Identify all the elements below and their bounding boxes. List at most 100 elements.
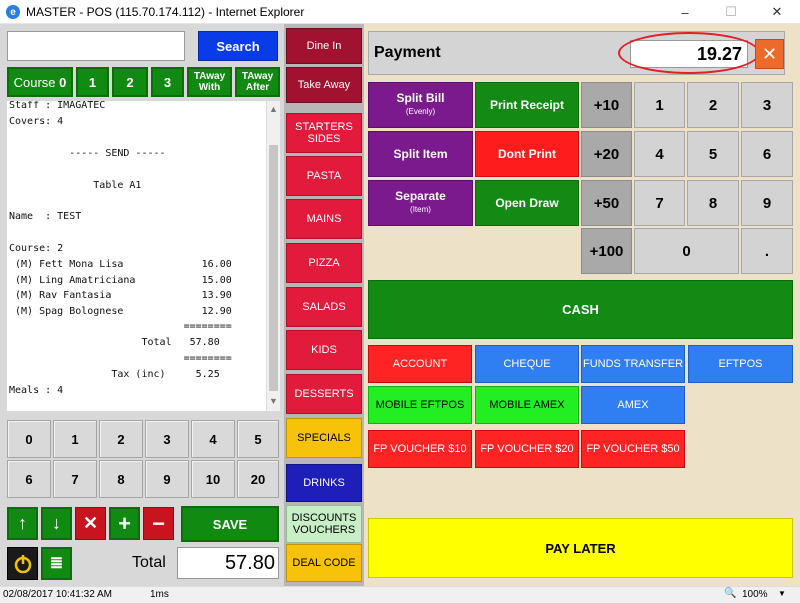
discounts-vouchers-button[interactable]: DISCOUNTS VOUCHERS	[286, 505, 362, 543]
pay-digit-9[interactable]: 9	[741, 180, 793, 226]
quick-add-50[interactable]: +50	[581, 180, 632, 226]
maximize-button[interactable]: ☐	[708, 0, 754, 24]
list-icon: ≣	[49, 554, 64, 572]
category-desserts[interactable]: DESSERTS	[286, 374, 362, 414]
keypad-2[interactable]: 2	[99, 420, 143, 458]
receipt-line: Tax (inc) 5.25	[9, 369, 220, 380]
tender-cheque[interactable]: CHEQUE	[475, 345, 579, 383]
split-bill-button[interactable]: Split Bill (Evenly)	[368, 82, 473, 128]
keypad-20[interactable]: 20	[237, 460, 279, 498]
receipt-line: Table A1	[9, 180, 142, 191]
cash-button[interactable]: CASH	[368, 280, 793, 339]
keypad-3[interactable]: 3	[145, 420, 189, 458]
dont-print-button[interactable]: Dont Print	[475, 131, 579, 177]
category-drinks[interactable]: DRINKS	[286, 464, 362, 502]
keypad-8[interactable]: 8	[99, 460, 143, 498]
keypad-6[interactable]: 6	[7, 460, 51, 498]
search-button[interactable]: Search	[198, 31, 278, 61]
tender-funds-transfer[interactable]: FUNDS TRANSFER	[581, 345, 685, 383]
pay-digit-3[interactable]: 3	[741, 82, 793, 128]
takeaway-after-button[interactable]: TAway After	[235, 67, 280, 97]
pay-digit-8[interactable]: 8	[687, 180, 739, 226]
print-receipt-button[interactable]: Print Receipt	[475, 82, 579, 128]
receipt-line: ========	[9, 353, 232, 364]
zoom-dropdown-icon[interactable]: ▼	[778, 589, 786, 598]
tender-amex[interactable]: AMEX	[581, 386, 685, 424]
receipt-line: Name : TEST	[9, 211, 82, 222]
pay-decimal[interactable]: .	[741, 228, 793, 274]
scroll-thumb[interactable]	[269, 145, 278, 391]
pay-digit-5[interactable]: 5	[687, 131, 739, 177]
category-specials[interactable]: SPECIALS	[286, 418, 362, 458]
remove-item-button[interactable]: ✕	[75, 507, 106, 540]
clear-amount-button[interactable]: ✕	[755, 39, 784, 69]
category-mains[interactable]: MAINS	[286, 199, 362, 239]
pay-digit-2[interactable]: 2	[687, 82, 739, 128]
pay-digit-4[interactable]: 4	[634, 131, 685, 177]
decrease-qty-button[interactable]: −	[143, 507, 174, 540]
receipt-line: (M) Ling Amatriciana 15.00	[9, 275, 232, 286]
category-starters-sides[interactable]: STARTERS SIDES	[286, 113, 362, 153]
minimize-button[interactable]: –	[662, 0, 708, 24]
pay-digit-0[interactable]: 0	[634, 228, 739, 274]
keypad-4[interactable]: 4	[191, 420, 235, 458]
pay-digit-1[interactable]: 1	[634, 82, 685, 128]
menu-button[interactable]: ≣	[41, 547, 72, 580]
pay-digit-6[interactable]: 6	[741, 131, 793, 177]
receipt-line	[9, 227, 262, 241]
tender-fp-voucher-50[interactable]: FP VOUCHER $50	[581, 430, 685, 468]
increase-qty-button[interactable]: +	[109, 507, 140, 540]
zoom-level[interactable]: 100%	[742, 589, 768, 600]
close-icon: ✕	[761, 44, 778, 64]
tender-account[interactable]: ACCOUNT	[368, 345, 472, 383]
tender-fp-voucher-20[interactable]: FP VOUCHER $20	[475, 430, 579, 468]
pay-later-button[interactable]: PAY LATER	[368, 518, 793, 578]
course-1-button[interactable]: 1	[76, 67, 109, 97]
course-2-button[interactable]: 2	[112, 67, 148, 97]
receipt-scrollbar[interactable]: ▲ ▼	[266, 101, 280, 411]
split-item-button[interactable]: Split Item	[368, 131, 473, 177]
split-bill-sublabel: (Evenly)	[405, 107, 436, 116]
takeaway-with-button[interactable]: TAway With	[187, 67, 232, 97]
tender-fp-voucher-10[interactable]: FP VOUCHER $10	[368, 430, 472, 468]
scroll-down-icon[interactable]: ▼	[267, 393, 280, 409]
keypad-7[interactable]: 7	[53, 460, 97, 498]
keypad-10[interactable]: 10	[191, 460, 235, 498]
keypad-5[interactable]: 5	[237, 420, 279, 458]
receipt-line: Total 57.80	[9, 337, 220, 348]
close-window-button[interactable]: ✕	[754, 0, 800, 24]
tender-mobile-amex[interactable]: MOBILE AMEX	[475, 386, 579, 424]
course-3-button[interactable]: 3	[151, 67, 184, 97]
total-value: 57.80	[177, 547, 279, 579]
category-kids[interactable]: KIDS	[286, 330, 362, 370]
separate-item-button[interactable]: Separate (Item)	[368, 180, 473, 226]
open-draw-button[interactable]: Open Draw	[475, 180, 579, 226]
category-pizza[interactable]: PIZZA	[286, 243, 362, 283]
tender-mobile-eftpos[interactable]: MOBILE EFTPOS	[368, 386, 472, 424]
save-button[interactable]: SAVE	[181, 506, 279, 542]
take-away-button[interactable]: Take Away	[286, 67, 362, 103]
category-pasta[interactable]: PASTA	[286, 156, 362, 196]
move-down-button[interactable]: ↓	[41, 507, 72, 540]
search-input[interactable]	[7, 31, 185, 61]
quick-add-10[interactable]: +10	[581, 82, 632, 128]
category-salads[interactable]: SALADS	[286, 287, 362, 327]
move-up-button[interactable]: ↑	[7, 507, 38, 540]
separate-sublabel: (Item)	[410, 205, 431, 214]
receipt-line	[9, 132, 262, 146]
receipt-view[interactable]: Staff : IMAGATEC Covers: 4 ----- SEND --…	[7, 101, 266, 411]
zoom-icon[interactable]: 🔍	[724, 588, 736, 599]
pay-digit-7[interactable]: 7	[634, 180, 685, 226]
power-button[interactable]	[7, 547, 38, 580]
keypad-1[interactable]: 1	[53, 420, 97, 458]
course-0-button[interactable]: Course 0	[7, 67, 73, 97]
receipt-line: Course: 2	[9, 243, 64, 254]
tender-eftpos[interactable]: EFTPOS	[688, 345, 793, 383]
dine-in-button[interactable]: Dine In	[286, 28, 362, 64]
scroll-up-icon[interactable]: ▲	[267, 101, 280, 117]
quick-add-100[interactable]: +100	[581, 228, 632, 274]
keypad-9[interactable]: 9	[145, 460, 189, 498]
keypad-0[interactable]: 0	[7, 420, 51, 458]
quick-add-20[interactable]: +20	[581, 131, 632, 177]
deal-code-button[interactable]: DEAL CODE	[286, 544, 362, 582]
